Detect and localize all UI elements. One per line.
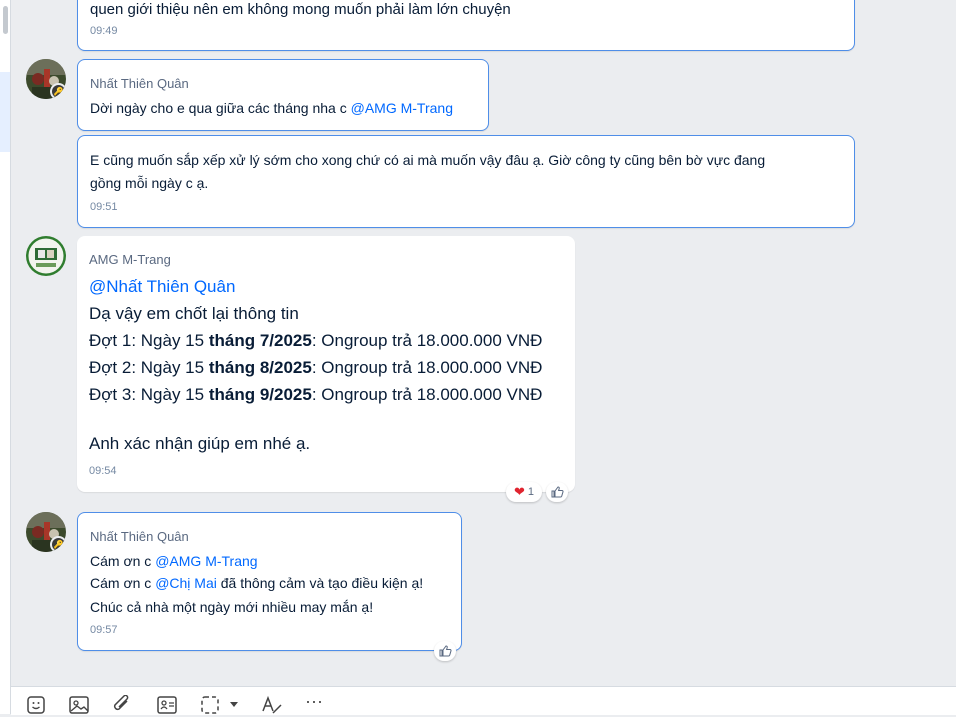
heart-icon: ❤ [513,484,525,499]
thumbs-up-icon [551,486,564,498]
sender-name: Nhất Thiên Quân [90,529,189,544]
like-reaction-button[interactable] [546,482,568,502]
row-text: Đợt 3: Ngày 15 [89,385,209,404]
key-icon: 🔑 [50,536,66,552]
message-text-line: E cũng muốn sắp xếp xử lý sớm cho xong c… [90,152,766,168]
contact-card-icon [157,696,177,714]
row-bold-text: tháng 7/2025 [208,331,312,350]
screenshot-icon [201,696,219,714]
payment-row-3: Đợt 3: Ngày 15 tháng 9/2025: Ongroup trả… [89,385,542,405]
sticker-icon [27,696,45,714]
message-text-part: Cám ơn c [90,575,156,591]
row-text: Đợt 1: Ngày 15 [89,331,209,350]
payment-row-1: Đợt 1: Ngày 15 tháng 7/2025: Ongroup trả… [89,331,542,351]
mention-link[interactable]: @Nhất Thiên Quân [89,277,235,297]
message-time: 09:54 [89,465,117,477]
mention-link[interactable]: @Chị Mai [155,575,217,591]
message-text: quen giới thiệu nên em không mong muốn p… [90,1,511,18]
avatar[interactable]: 🔑 [26,59,66,99]
row-bold-text: tháng 8/2025 [208,358,312,377]
avatar[interactable]: 🔑 [26,512,66,552]
thumbs-up-icon [439,645,452,657]
mention-link[interactable]: @AMG M-Trang [155,553,257,569]
image-icon [69,696,89,714]
more-button[interactable]: ··· [305,691,323,713]
message-bubble[interactable]: Nhất Thiên Quân Cám ơn c @AMG M-Trang Cá… [77,512,462,651]
caret-down-icon [230,702,238,707]
sender-name: AMG M-Trang [89,252,171,267]
row-text: : Ongroup trả 18.000.000 VNĐ [311,331,543,350]
message-text-line: Chúc cả nhà một ngày mới nhiều may mắn ạ… [90,599,374,615]
conversation-list-edge [0,0,11,714]
message-text-part: đã thông cảm và tạo điều kiện ạ! [216,575,424,591]
message-text-line: Cám ơn c @Chị Mai đã thông cảm và tạo đi… [90,575,423,591]
scrollbar-thumb[interactable] [3,6,8,34]
message-time: 09:49 [90,25,118,37]
avatar-image [26,236,66,276]
paperclip-icon [113,695,129,711]
message-bubble[interactable]: Nhất Thiên Quân Dời ngày cho e qua giữa … [77,59,489,131]
heart-reaction[interactable]: ❤ 1 [506,482,542,502]
selected-conversation-highlight [0,72,10,152]
message-text-line: Cám ơn c @AMG M-Trang [90,553,258,569]
row-bold-text: tháng 9/2025 [208,385,312,404]
composer-toolbar: ··· [11,686,956,715]
message-bubble[interactable]: AMG M-Trang @Nhất Thiên Quân Dạ vậy em c… [77,236,575,492]
message-text-line: Anh xác nhận giúp em nhé ạ. [89,434,311,453]
message-text-part: Dời ngày cho e qua giữa các tháng nha c [90,100,351,116]
key-icon: 🔑 [50,83,66,99]
message-time: 09:57 [90,624,118,636]
mention-link[interactable]: @AMG M-Trang [351,100,453,116]
text-format-icon [262,695,282,714]
row-text: : Ongroup trả 18.000.000 VNĐ [311,385,543,404]
payment-row-2: Đợt 2: Ngày 15 tháng 8/2025: Ongroup trả… [89,358,542,378]
message-text-line: gồng mỗi ngày c ạ. [90,175,209,191]
reaction-count: 1 [527,486,535,498]
message-bubble[interactable]: quen giới thiệu nên em không mong muốn p… [77,0,855,51]
avatar[interactable] [26,236,66,276]
like-reaction-button[interactable] [434,641,456,661]
message-bubble[interactable]: E cũng muốn sắp xếp xử lý sớm cho xong c… [77,135,855,228]
message-text-line: Dạ vậy em chốt lại thông tin [89,304,299,323]
message-time: 09:51 [90,201,118,213]
sender-name: Nhất Thiên Quân [90,76,189,91]
row-text: : Ongroup trả 18.000.000 VNĐ [311,358,543,377]
message-text-part: Cám ơn c [90,553,156,569]
more-icon: ··· [305,691,323,711]
row-text: Đợt 2: Ngày 15 [89,358,209,377]
message-text: Dời ngày cho e qua giữa các tháng nha c … [90,100,453,116]
